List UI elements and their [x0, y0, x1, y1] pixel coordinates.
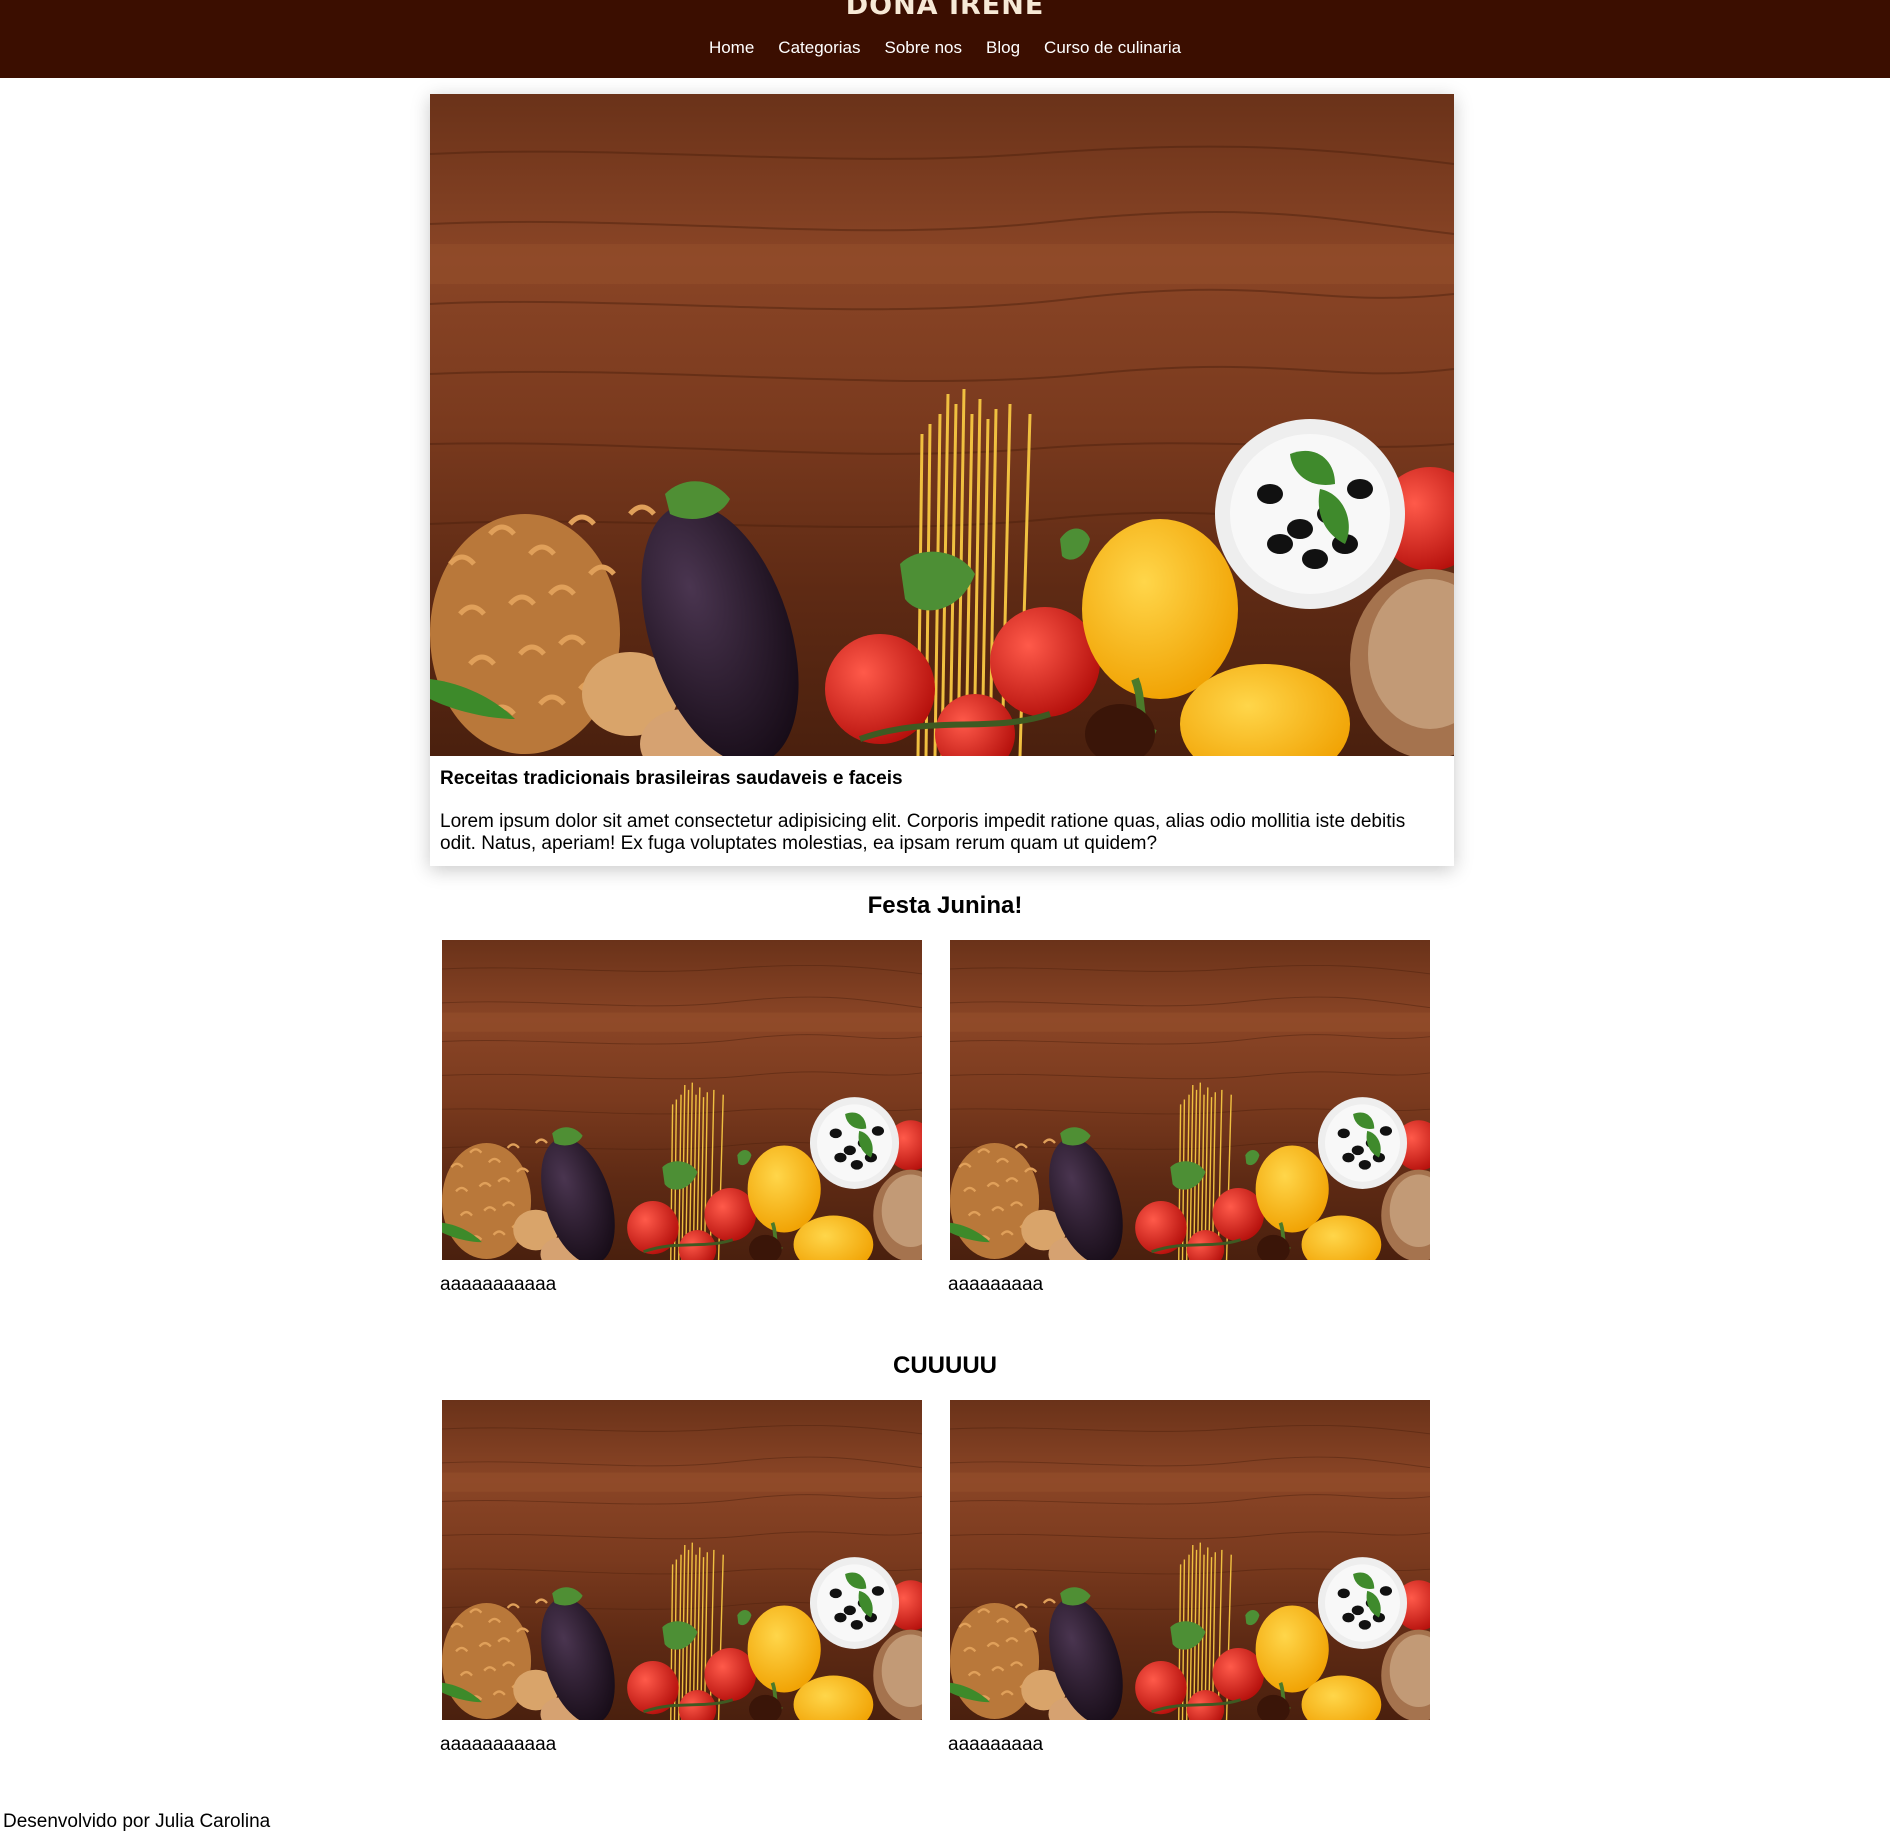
nav-sobre-nos[interactable]: Sobre nos [873, 37, 975, 59]
recipe-image[interactable] [950, 940, 1430, 1260]
recipe-caption[interactable]: aaaaaaaaaaa [440, 1734, 556, 1756]
recipe-image[interactable] [442, 940, 922, 1260]
featured-card[interactable] [430, 94, 1454, 866]
recipe-caption[interactable]: aaaaaaaaa [948, 1274, 1043, 1296]
featured-food-image [430, 94, 1454, 756]
section-title-festa-junina: Festa Junina! [867, 892, 1023, 919]
nav-blog[interactable]: Blog [974, 37, 1032, 59]
recipe-caption[interactable]: aaaaaaaaaaa [440, 1274, 556, 1296]
nav-home[interactable]: Home [697, 37, 766, 59]
site-header: DONA IRENE Home Categorias Sobre nos Blo… [0, 0, 1890, 78]
recipe-caption[interactable]: aaaaaaaaa [948, 1734, 1043, 1756]
recipe-image[interactable] [950, 1400, 1430, 1720]
featured-title: Receitas tradicionais brasileiras saudav… [440, 768, 903, 789]
logo[interactable]: DONA IRENE [0, 0, 1890, 21]
nav-curso-de-culinaria[interactable]: Curso de culinaria [1032, 37, 1193, 59]
main-nav: Home Categorias Sobre nos Blog Curso de … [0, 37, 1890, 59]
section-title-cuuuuu: CUUUUU [893, 1352, 997, 1379]
footer-credit: Desenvolvido por Julia Carolina [3, 1811, 271, 1832]
recipe-image[interactable] [442, 1400, 922, 1720]
nav-categorias[interactable]: Categorias [766, 37, 872, 59]
featured-description: Lorem ipsum dolor sit amet consectetur a… [440, 811, 1406, 854]
